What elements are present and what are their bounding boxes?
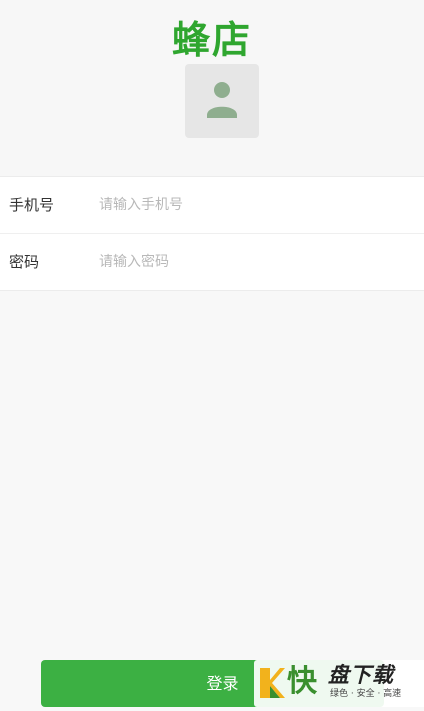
- k-logo-icon: [260, 668, 285, 698]
- watermark-tagline: 绿色 · 安全 · 高速: [330, 689, 402, 699]
- phone-input[interactable]: [99, 191, 399, 219]
- app-title: 蜂店: [171, 18, 252, 62]
- header: 蜂店: [0, 0, 424, 176]
- login-page: 蜂店 手机号 密码 登录 快 盘下载 绿色 · 安全 · 高速: [0, 0, 424, 711]
- login-form: 手机号 密码: [0, 176, 424, 291]
- watermark-logo: 快 盘下载 绿色 · 安全 · 高速: [254, 660, 424, 707]
- watermark-brand: 快: [287, 664, 317, 699]
- phone-label: 手机号: [9, 196, 55, 214]
- phone-row: 手机号: [0, 177, 424, 234]
- login-button-label: 登录: [206, 674, 239, 693]
- user-avatar-icon: [207, 82, 237, 118]
- password-input[interactable]: [99, 248, 399, 276]
- avatar[interactable]: [185, 64, 259, 138]
- watermark-name: 盘下载: [328, 663, 394, 687]
- password-label: 密码: [9, 253, 40, 271]
- password-row: 密码: [0, 234, 424, 290]
